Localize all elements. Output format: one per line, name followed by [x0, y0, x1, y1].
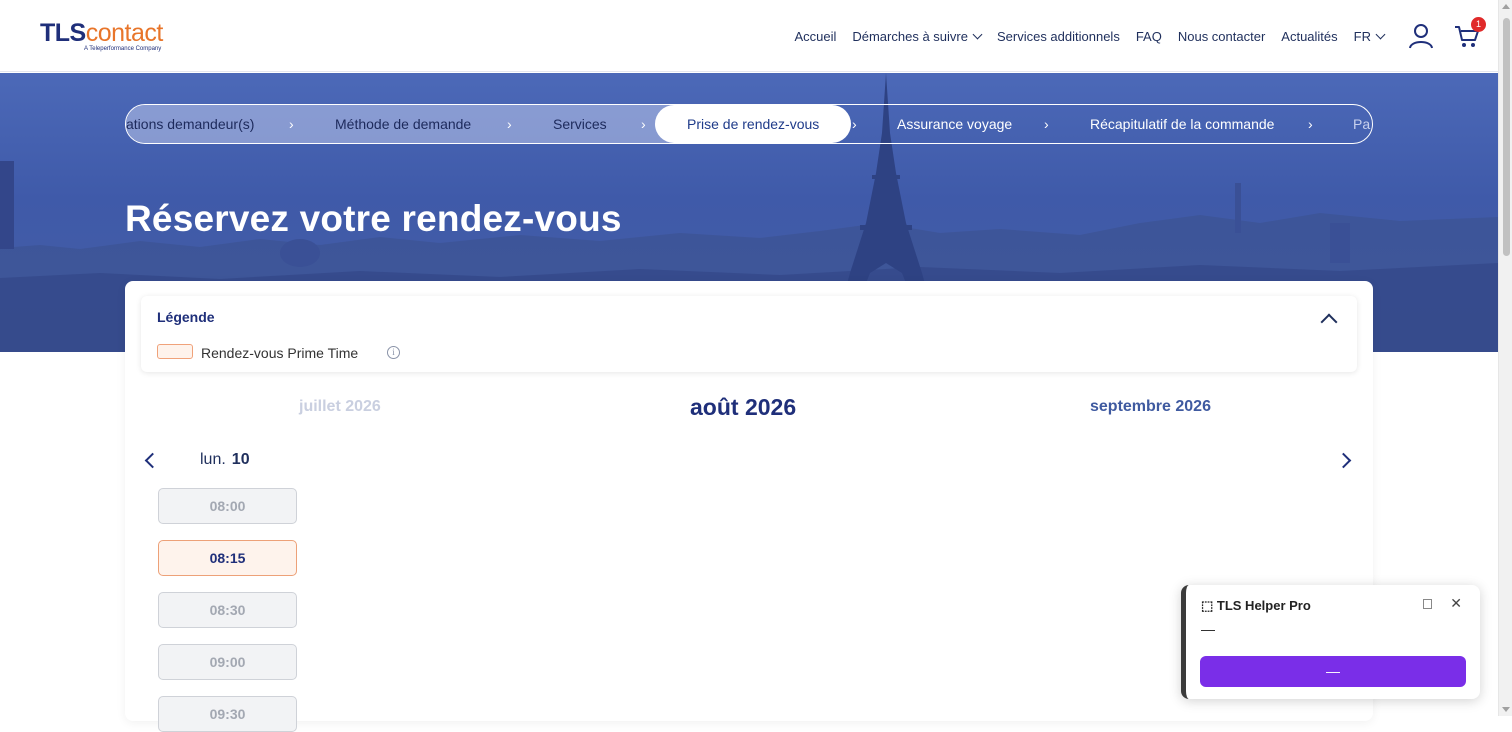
month-next[interactable]: septembre 2026 — [1090, 398, 1211, 416]
close-icon[interactable]: ✕ — [1450, 595, 1462, 612]
time-slot-prime[interactable]: 08:15 — [158, 540, 297, 576]
nav-news[interactable]: Actualités — [1281, 29, 1337, 44]
nav-home[interactable]: Accueil — [794, 29, 836, 44]
logo-tls: TLS — [40, 19, 86, 47]
step-separator: › — [507, 116, 512, 132]
time-slot[interactable]: 08:00 — [158, 488, 297, 524]
legend-panel: Légende Rendez-vous Prime Time i — [141, 296, 1357, 372]
step-travel-insurance[interactable]: Assurance voyage — [897, 105, 1012, 143]
step-services[interactable]: Services — [553, 105, 607, 143]
nav-contact[interactable]: Nous contacter — [1178, 29, 1265, 44]
logo-contact: contact — [85, 19, 164, 47]
helper-title: ⬚ TLS Helper Pro — [1201, 598, 1311, 613]
main-nav: Accueil Démarches à suivre Services addi… — [778, 0, 1486, 72]
step-separator: › — [641, 116, 646, 132]
month-prev[interactable]: juillet 2026 — [299, 398, 381, 416]
day-name: lun. — [200, 451, 226, 468]
step-separator: › — [1308, 116, 1313, 132]
logo-tagline: A Teleperformance Company — [84, 46, 162, 52]
step-order-summary[interactable]: Récapitulatif de la commande — [1090, 105, 1274, 143]
time-slot[interactable]: 09:00 — [158, 644, 297, 680]
helper-widget: ⬚ TLS Helper Pro ✕ — — — [1181, 585, 1480, 699]
chevron-down-icon — [1375, 29, 1386, 39]
chevron-right-icon[interactable] — [1335, 452, 1352, 469]
step-appointment-active[interactable]: Prise de rendez-vous — [655, 105, 852, 143]
day-header: lun. 10 — [200, 451, 250, 469]
nav-services[interactable]: Services additionnels — [997, 29, 1120, 44]
info-icon[interactable]: i — [387, 346, 400, 359]
scrollbar-thumb[interactable] — [1503, 18, 1510, 256]
nav-steps[interactable]: Démarches à suivre — [852, 28, 983, 44]
legend-title: Légende — [157, 309, 215, 325]
month-current: août 2026 — [690, 394, 797, 420]
day-number: 10 — [231, 451, 250, 468]
chevron-down-icon — [972, 29, 983, 39]
time-slot[interactable]: 08:30 — [158, 592, 297, 628]
helper-action-button[interactable]: — — [1200, 656, 1466, 687]
step-separator: › — [1044, 116, 1049, 132]
nav-faq[interactable]: FAQ — [1136, 29, 1162, 44]
step-application-method[interactable]: Méthode de demande — [335, 105, 471, 143]
nav-steps-label: Démarches à suivre — [852, 28, 968, 44]
helper-status: — — [1201, 621, 1215, 637]
scroll-up-icon[interactable] — [1502, 4, 1510, 9]
step-payment[interactable]: Pa — [1353, 105, 1370, 143]
cart-count-badge: 1 — [1471, 17, 1486, 32]
tlscontact-logo[interactable]: TLScontact A Teleperformance Company — [40, 19, 164, 52]
booking-stepper: ations demandeur(s) › Méthode de demande… — [125, 104, 1373, 144]
page-scrollbar[interactable] — [1498, 0, 1512, 716]
prime-time-label: Rendez-vous Prime Time — [201, 345, 359, 361]
page-title: Réservez votre rendez-vous — [125, 198, 622, 239]
site-header: TLScontact A Teleperformance Company Acc… — [0, 0, 1498, 72]
step-separator: › — [852, 116, 857, 132]
prime-time-swatch — [157, 344, 193, 359]
time-slot[interactable]: 09:30 — [158, 696, 297, 732]
scroll-down-icon[interactable] — [1502, 707, 1510, 712]
chevron-up-icon[interactable] — [1320, 313, 1338, 331]
chevron-left-icon[interactable] — [144, 452, 161, 469]
language-selector[interactable]: FR — [1353, 28, 1386, 44]
cart-icon[interactable]: 1 — [1454, 17, 1486, 49]
minimize-icon[interactable] — [1423, 599, 1432, 609]
user-icon[interactable] — [1408, 23, 1434, 49]
step-applicant-info[interactable]: ations demandeur(s) — [126, 105, 254, 143]
step-separator: › — [289, 116, 294, 132]
language-label: FR — [1353, 28, 1371, 44]
